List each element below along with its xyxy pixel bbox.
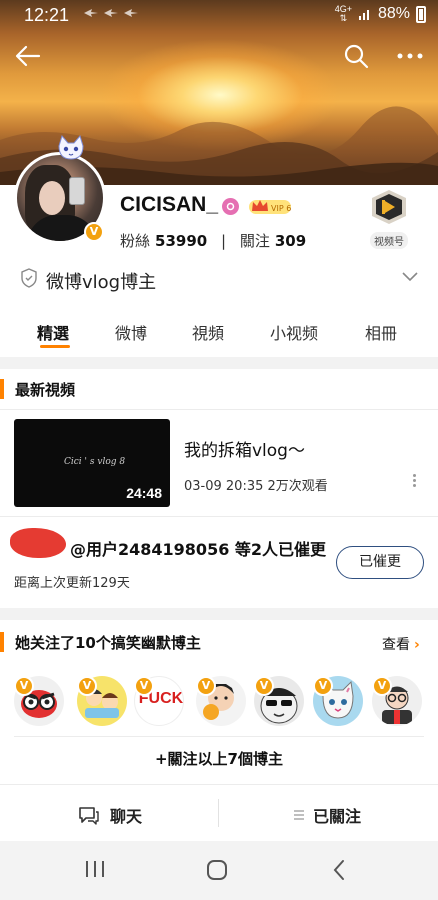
followed-avatar-5[interactable]: V xyxy=(254,676,306,728)
following-count[interactable]: 309 xyxy=(275,232,306,250)
chat-button[interactable]: 聊天 xyxy=(78,803,142,827)
member-flower-icon[interactable] xyxy=(222,198,239,215)
network-indicator: 4G+ ⇅ xyxy=(335,5,352,23)
shield-icon xyxy=(21,268,37,288)
section-divider xyxy=(0,608,438,620)
network-arrows-icon: ⇅ xyxy=(339,13,348,23)
tab-videos[interactable]: 視頻 xyxy=(192,320,224,344)
dot-icon xyxy=(412,484,416,487)
status-bar: 12:21 4G+ ⇅ 88% xyxy=(0,0,438,30)
recent-apps-icon[interactable] xyxy=(84,859,106,879)
avatar-face xyxy=(39,181,65,215)
section-accent-bar xyxy=(0,379,4,399)
back-nav-icon[interactable] xyxy=(332,859,346,881)
arrow-left-icon xyxy=(15,45,41,67)
reminded-button[interactable]: 已催更 xyxy=(336,546,424,579)
certification-row[interactable]: 微博vlog博主 xyxy=(0,262,438,298)
chat-label: 聊天 xyxy=(110,807,143,826)
svg-text:VIP 6: VIP 6 xyxy=(271,204,291,213)
battery-percent: 88% xyxy=(377,5,410,22)
follow-all-button[interactable]: +關注以上7個博主 xyxy=(0,748,438,769)
followers-label: 粉絲 xyxy=(120,232,151,250)
followed-avatar-1[interactable]: V xyxy=(14,676,66,728)
thumbnail-script-text: Cici ' s vlog 8 xyxy=(64,457,126,467)
verified-badge-icon: V xyxy=(254,676,274,696)
username: CICISAN_ xyxy=(120,193,219,216)
tab-weibo[interactable]: 微博 xyxy=(115,320,147,344)
verified-badge-icon: V xyxy=(313,676,333,696)
verified-badge-icon: V xyxy=(134,676,154,696)
video-channel-label: 视频号 xyxy=(370,232,408,249)
vip-badge[interactable]: VIP 6 xyxy=(249,197,291,216)
video-channel-icon xyxy=(372,190,406,224)
redacted-avatars xyxy=(10,528,66,558)
video-title[interactable]: 我的拆箱vlog～ xyxy=(184,436,305,461)
dot-icon xyxy=(412,479,416,482)
notification-icons xyxy=(82,6,142,24)
search-button[interactable] xyxy=(338,38,374,74)
tab-short-videos[interactable]: 小视频 xyxy=(270,320,318,344)
latest-video-title: 最新視頻 xyxy=(15,381,76,399)
followed-avatar-7[interactable]: V xyxy=(372,676,424,728)
status-time: 12:21 xyxy=(24,5,70,25)
followed-button[interactable]: 已關注 xyxy=(293,803,361,827)
divider xyxy=(0,409,438,410)
followers-count[interactable]: 53990 xyxy=(155,232,207,250)
back-button[interactable] xyxy=(10,38,46,74)
last-update-text: 距离上次更新129天 xyxy=(14,576,130,591)
crown-icon: VIP 6 xyxy=(249,200,291,214)
followed-avatar-3[interactable]: FUCK V xyxy=(134,676,186,728)
followed-avatar-6[interactable]: V xyxy=(313,676,365,728)
bottom-action-bar: 聊天 已關注 xyxy=(0,784,438,840)
divider xyxy=(14,736,424,737)
signal-icon xyxy=(358,10,369,20)
followed-label: 已關注 xyxy=(313,807,362,826)
video-more-button[interactable] xyxy=(410,474,418,490)
section-divider xyxy=(0,357,438,369)
followed-avatars: V V FUCK V V V V V xyxy=(0,676,438,728)
system-nav-bar xyxy=(0,841,438,900)
more-button[interactable] xyxy=(392,38,428,74)
verified-badge-icon: V xyxy=(77,676,97,696)
followed-avatar-2[interactable]: V xyxy=(77,676,129,728)
verified-badge-icon: V xyxy=(196,676,216,696)
chevron-down-icon[interactable] xyxy=(402,272,418,282)
view-more-label: 查看 xyxy=(382,637,410,653)
video-channel-badge[interactable]: 视频号 xyxy=(366,188,412,249)
following-label: 關注 xyxy=(239,232,270,250)
latest-video-header: 最新視頻 xyxy=(0,369,438,409)
video-thumbnail[interactable]: Cici ' s vlog 8 24:48 xyxy=(14,419,170,507)
home-icon[interactable] xyxy=(206,859,228,881)
search-icon xyxy=(344,44,369,69)
video-duration: 24:48 xyxy=(126,485,162,501)
view-more-link[interactable]: 查看 › xyxy=(382,634,420,654)
follows-title: 她关注了10个搞笑幽默博主 xyxy=(15,634,201,652)
divider xyxy=(0,516,438,517)
avatar-phone xyxy=(69,177,85,205)
verified-badge-icon: V xyxy=(84,222,104,242)
tab-album[interactable]: 相冊 xyxy=(365,320,397,344)
follows-header: 她关注了10个搞笑幽默博主 xyxy=(0,622,438,662)
dot-icon xyxy=(412,474,416,477)
more-horizontal-icon xyxy=(397,53,423,59)
cat-ears-decoration-icon xyxy=(58,134,84,160)
section-accent-bar xyxy=(0,632,4,652)
reminder-text: @用户2484198056 等2人已催更 xyxy=(70,540,327,559)
followed-avatar-4[interactable]: V xyxy=(196,676,248,728)
certification-label: 微博vlog博主 xyxy=(46,272,157,293)
profile-stats: 粉絲 53990 | 關注 309 xyxy=(120,230,306,251)
chat-icon xyxy=(79,807,99,825)
video-meta: 03-09 20:35 2万次观看 xyxy=(184,479,328,494)
stats-separator: | xyxy=(220,232,227,250)
menu-lines-icon xyxy=(294,810,304,820)
tab-active-indicator xyxy=(40,345,70,348)
action-divider xyxy=(218,799,219,827)
tab-featured[interactable]: 精選 xyxy=(37,320,69,344)
battery-icon xyxy=(416,5,426,23)
verified-badge-icon: V xyxy=(14,676,34,696)
chevron-right-icon: › xyxy=(414,637,420,653)
verified-badge-icon: V xyxy=(372,676,392,696)
